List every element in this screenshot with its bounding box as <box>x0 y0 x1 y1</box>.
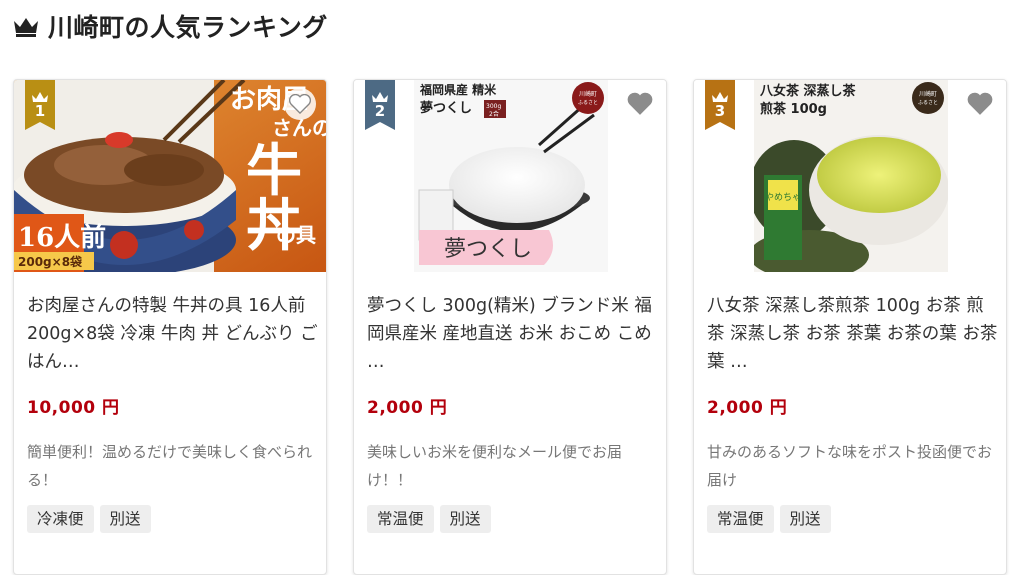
rank-number: 3 <box>714 102 726 120</box>
product-image[interactable]: お肉屋 さんの 牛 丼 の具 16人前 200g×8袋 1 <box>14 80 326 272</box>
product-card-1[interactable]: お肉屋 さんの 牛 丼 の具 16人前 200g×8袋 1 お肉屋さんの特製 牛… <box>13 79 327 575</box>
tag-list: 常温便 別送 <box>367 505 491 533</box>
product-description: 簡単便利！温めるだけで美味しく食べられる！ <box>27 443 313 489</box>
tag-separate: 別送 <box>779 505 831 533</box>
heart-icon <box>627 92 653 115</box>
svg-text:夢つくし: 夢つくし <box>444 237 532 262</box>
rank-number: 1 <box>34 102 46 120</box>
product-name[interactable]: お肉屋さんの特製 牛丼の具 16人前 200g×8袋 冷凍 牛肉 丼 どんぶり … <box>27 292 319 376</box>
svg-text:福岡県産 精米: 福岡県産 精米 <box>419 82 497 97</box>
favorite-button[interactable] <box>964 88 996 120</box>
tag-shipping: 常温便 <box>367 505 434 533</box>
product-card-2[interactable]: 夢つくし 福岡県産 精米 夢つくし 300g 2合 川崎町 ふるさと 2 夢つく… <box>353 79 667 575</box>
tag-list: 冷凍便 別送 <box>27 505 151 533</box>
svg-text:煎茶 100g: 煎茶 100g <box>760 101 827 117</box>
svg-text:夢つくし: 夢つくし <box>420 100 472 116</box>
product-price: 2,000 円 <box>707 398 788 418</box>
page-title: 川崎町の人気ランキング <box>48 13 328 42</box>
gyudon-image: お肉屋 さんの 牛 丼 の具 16人前 200g×8袋 <box>14 80 326 272</box>
product-card-3[interactable]: やめちゃ 八女茶 深蒸し茶 煎茶 100g 川崎町 ふるさと 3 八女茶 深蒸し… <box>693 79 1007 575</box>
svg-text:八女茶 深蒸し茶: 八女茶 深蒸し茶 <box>759 83 857 99</box>
tag-shipping: 常温便 <box>707 505 774 533</box>
tag-separate: 別送 <box>439 505 491 533</box>
crown-icon <box>14 18 38 37</box>
svg-text:16人前: 16人前 <box>18 222 106 253</box>
tag-shipping: 冷凍便 <box>27 505 94 533</box>
product-name[interactable]: 八女茶 深蒸し茶煎茶 100g お茶 煎茶 深蒸し茶 お茶 茶葉 お茶の葉 お茶… <box>707 292 999 376</box>
heart-icon <box>289 94 311 114</box>
product-price: 2,000 円 <box>367 398 448 418</box>
product-image[interactable]: 夢つくし 福岡県産 精米 夢つくし 300g 2合 川崎町 ふるさと 2 <box>354 80 666 272</box>
svg-text:やめちゃ: やめちゃ <box>765 192 801 203</box>
product-description: 美味しいお米を便利なメール便でお届け！！ <box>367 443 623 489</box>
favorite-button[interactable] <box>284 88 316 120</box>
product-price: 10,000 円 <box>27 398 120 418</box>
svg-text:2合: 2合 <box>489 110 499 118</box>
favorite-button[interactable] <box>624 88 656 120</box>
svg-text:の具: の具 <box>276 223 316 247</box>
rank-number: 2 <box>374 102 386 120</box>
tag-separate: 別送 <box>99 505 151 533</box>
product-description: 甘みのあるソフトな味をポスト投函便でお届け <box>707 443 993 489</box>
svg-text:川崎町: 川崎町 <box>919 90 937 98</box>
rice-image: 夢つくし 福岡県産 精米 夢つくし 300g 2合 川崎町 ふるさと <box>414 80 608 272</box>
ranking-header: 川崎町の人気ランキング <box>12 8 328 44</box>
tag-list: 常温便 別送 <box>707 505 831 533</box>
tea-image: やめちゃ 八女茶 深蒸し茶 煎茶 100g 川崎町 ふるさと <box>754 80 948 272</box>
svg-text:200g×8袋: 200g×8袋 <box>18 254 83 269</box>
svg-text:ふるさと: ふるさと <box>918 99 938 106</box>
heart-icon <box>967 92 993 115</box>
svg-text:300g: 300g <box>486 103 501 110</box>
svg-text:ふるさと: ふるさと <box>578 99 598 106</box>
product-name[interactable]: 夢つくし 300g(精米) ブランド米 福岡県産米 産地直送 お米 おこめ こめ… <box>367 292 659 376</box>
product-image[interactable]: やめちゃ 八女茶 深蒸し茶 煎茶 100g 川崎町 ふるさと 3 <box>694 80 1006 272</box>
svg-text:川崎町: 川崎町 <box>579 90 597 98</box>
